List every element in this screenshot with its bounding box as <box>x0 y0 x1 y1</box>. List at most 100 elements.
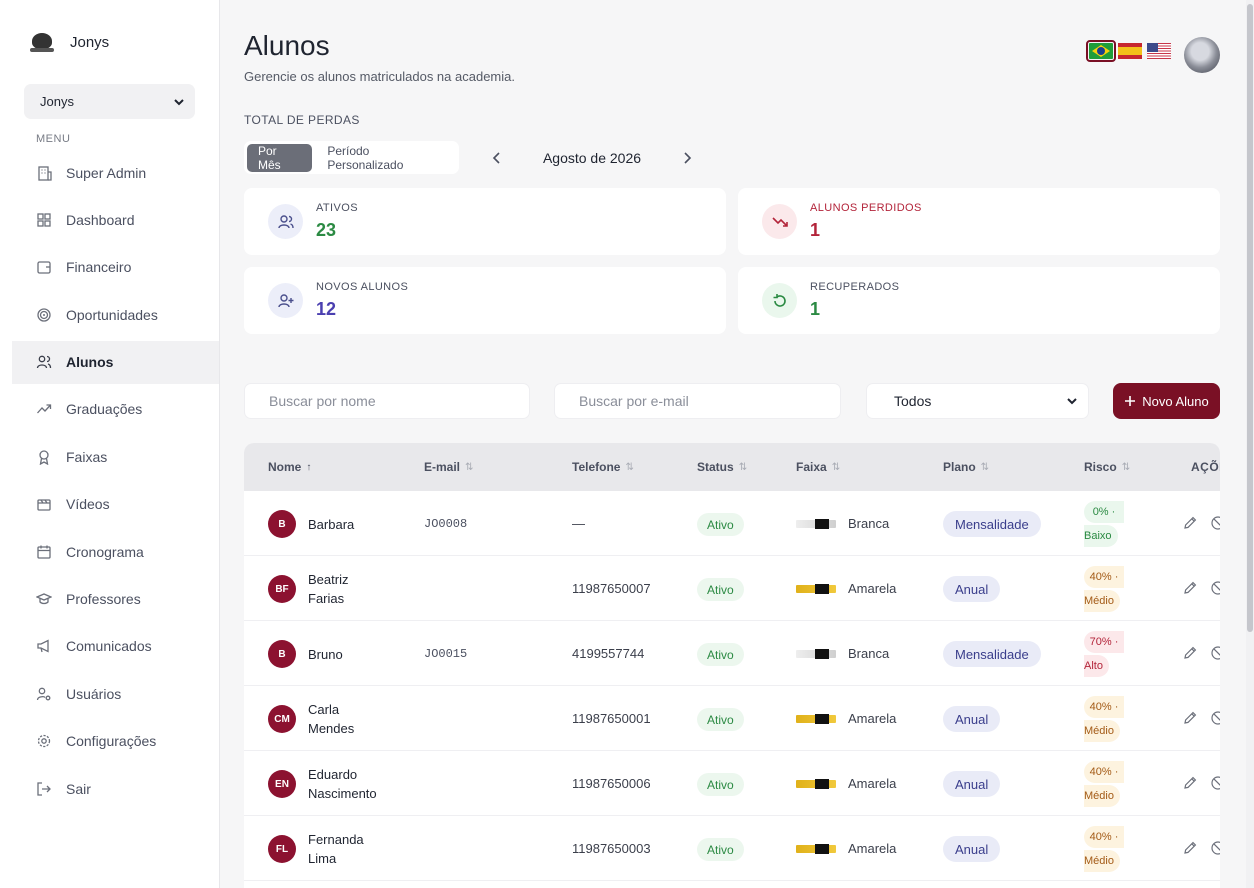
student-name[interactable]: Eduardo Nascimento <box>308 765 377 803</box>
sidebar-item-label: Configurações <box>66 733 157 750</box>
student-name[interactable]: Bruno <box>308 645 343 664</box>
organization-select[interactable]: Jonys <box>24 84 195 119</box>
edit-icon[interactable] <box>1182 645 1198 661</box>
sidebar-item-label: Super Admin <box>66 164 147 181</box>
next-month-button[interactable] <box>680 148 694 168</box>
sidebar-item-alunos[interactable]: Alunos <box>12 340 219 384</box>
sidebar-item-cronograma[interactable]: Cronograma <box>12 530 219 573</box>
edit-icon[interactable] <box>1182 515 1198 531</box>
sidebar-item-label: Sair <box>66 780 91 797</box>
brand[interactable]: Jonys <box>28 28 109 56</box>
academy-logo-icon <box>28 28 56 56</box>
edit-icon[interactable] <box>1182 580 1198 596</box>
sidebar-item-super-admin[interactable]: Super Admin <box>12 151 219 194</box>
status-badge: Ativo <box>697 513 744 536</box>
scrollbar-thumb[interactable] <box>1247 4 1253 632</box>
student-avatar: B <box>268 640 296 668</box>
usa-flag-icon[interactable] <box>1147 43 1171 59</box>
sidebar-item-financeiro[interactable]: Financeiro <box>12 246 219 289</box>
column-header-phone[interactable]: Telefone ⇅ <box>572 460 634 474</box>
sidebar-item-comunicados[interactable]: Comunicados <box>12 625 219 668</box>
status-filter-select[interactable]: Todos <box>866 383 1089 419</box>
student-avatar: CM <box>268 705 296 733</box>
table-row[interactable]: FL Fernanda Lima 11987650003 Ativo Amarel… <box>244 816 1220 881</box>
active-students-card: ATIVOS 23 <box>244 188 726 255</box>
user-cog-icon <box>36 687 51 701</box>
block-icon[interactable] <box>1210 580 1220 596</box>
search-email-input[interactable] <box>554 383 841 419</box>
brazil-flag-icon[interactable] <box>1086 40 1116 62</box>
user-avatar[interactable] <box>1184 37 1220 73</box>
column-header-belt[interactable]: Faixa ⇅ <box>796 460 840 474</box>
column-header-plan[interactable]: Plano ⇅ <box>943 460 989 474</box>
search-name-input[interactable] <box>244 383 530 419</box>
sidebar-item-label: Financeiro <box>66 259 132 276</box>
block-icon[interactable] <box>1210 710 1220 726</box>
sidebar-item-label: Dashboard <box>66 211 135 228</box>
block-icon[interactable] <box>1210 645 1220 661</box>
menu-label: MENU <box>36 133 71 145</box>
student-name[interactable]: Fernanda Lima <box>308 830 364 868</box>
student-name-line: Eduardo <box>308 767 358 782</box>
brand-name: Jonys <box>70 33 110 51</box>
toggle-by-month[interactable]: Por Mês <box>247 143 313 172</box>
toggle-custom-period[interactable]: Período Personalizado <box>316 144 456 172</box>
column-header-status[interactable]: Status ⇅ <box>697 460 747 474</box>
previous-month-button[interactable] <box>490 148 504 168</box>
current-month: Agosto de 2026 <box>542 150 642 166</box>
student-name-line: Farias <box>308 591 345 606</box>
sidebar-item-usuarios[interactable]: Usuários <box>12 672 219 715</box>
period-toggle: Por Mês Período Personalizado <box>244 141 459 174</box>
plan-badge: Anual <box>943 576 1001 602</box>
belt-name: Amarela <box>848 711 897 726</box>
sidebar-item-videos[interactable]: Vídeos <box>12 483 219 526</box>
column-header-email[interactable]: E-mail ⇅ <box>424 460 473 474</box>
sidebar-item-professores[interactable]: Professores <box>12 578 219 621</box>
table-header: Nome ↑ E-mail ⇅ Telefone ⇅ Status ⇅ Faixa ⇅ P… <box>244 443 1220 491</box>
column-header-name[interactable]: Nome ↑ <box>268 460 311 474</box>
table-row[interactable]: BF Beatriz Farias 11987650007 Ativo Amare… <box>244 556 1220 621</box>
recovered-students-label: RECUPERADOS <box>810 281 900 293</box>
spain-flag-icon[interactable] <box>1118 43 1142 59</box>
plan-badge: Mensalidade <box>943 511 1041 537</box>
student-name[interactable]: Barbara <box>308 515 354 534</box>
risk-level: Médio <box>1084 785 1120 807</box>
block-icon[interactable] <box>1210 840 1220 856</box>
sidebar-item-faixas[interactable]: Faixas <box>12 435 219 478</box>
sidebar-item-label: Alunos <box>66 354 114 371</box>
block-icon[interactable] <box>1210 515 1220 531</box>
lost-students-label: ALUNOS PERDIDOS <box>810 202 922 214</box>
block-icon[interactable] <box>1210 775 1220 791</box>
plan-badge: Mensalidade <box>943 641 1041 667</box>
sidebar-item-dashboard[interactable]: Dashboard <box>12 198 219 241</box>
sidebar-item-configuracoes[interactable]: Configurações <box>12 720 219 763</box>
page-subtitle: Gerencie os alunos matriculados na acade… <box>244 69 515 84</box>
table-row[interactable]: CM Carla Mendes 11987650001 Ativo Amarela… <box>244 686 1220 751</box>
table-row[interactable]: B Bruno JO0015 4199557744 Ativo Branca M… <box>244 621 1220 686</box>
status-badge: Ativo <box>697 838 744 861</box>
column-header-risk[interactable]: Risco ⇅ <box>1084 460 1130 474</box>
edit-icon[interactable] <box>1182 775 1198 791</box>
trending-down-icon <box>762 204 797 239</box>
sidebar-item-graduacoes[interactable]: Graduações <box>12 388 219 431</box>
student-name[interactable]: Beatriz Farias <box>308 570 348 608</box>
new-student-button[interactable]: Novo Aluno <box>1113 383 1220 419</box>
table-row[interactable]: EN Eduardo Nascimento 11987650006 Ativo A… <box>244 751 1220 816</box>
sidebar-item-sair[interactable]: Sair <box>12 767 219 810</box>
plan-badge: Anual <box>943 706 1001 732</box>
sort-icon: ⇅ <box>980 461 990 473</box>
table-row[interactable]: B Barbara JO0008 — Ativo Branca Mensalid… <box>244 491 1220 556</box>
edit-icon[interactable] <box>1182 710 1198 726</box>
belt-swatch <box>796 519 836 529</box>
student-name[interactable]: Carla Mendes <box>308 700 354 738</box>
student-email: JO0008 <box>424 517 468 531</box>
student-avatar: BF <box>268 575 296 603</box>
status-badge: Ativo <box>697 773 744 796</box>
user-plus-icon <box>268 283 303 318</box>
risk-percent: 40% · <box>1084 566 1124 588</box>
language-switcher <box>1086 40 1171 62</box>
target-icon <box>37 308 51 322</box>
edit-icon[interactable] <box>1182 840 1198 856</box>
student-name-line: Bruno <box>308 647 343 662</box>
sidebar-item-oportunidades[interactable]: Oportunidades <box>12 293 219 336</box>
